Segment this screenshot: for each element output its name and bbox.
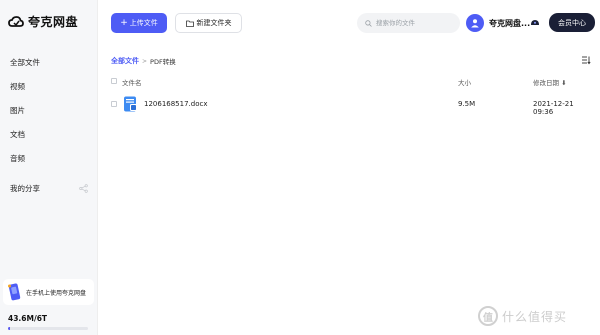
sidebar-item-video[interactable]: 视频 xyxy=(10,81,88,92)
docx-file-icon xyxy=(124,96,137,112)
breadcrumb-root[interactable]: 全部文件 xyxy=(111,56,139,66)
file-modified: 2021-12-21 09:36 xyxy=(533,100,574,116)
username[interactable]: 夸克网盘... xyxy=(489,18,530,29)
sort-icon[interactable] xyxy=(581,55,591,65)
storage-bar xyxy=(8,327,88,330)
phone-icon xyxy=(8,283,21,301)
file-table-header: 文件名 大小 修改日期 ⬇ xyxy=(111,77,596,87)
folder-icon xyxy=(185,20,194,27)
column-modified[interactable]: 修改日期 ⬇ xyxy=(533,77,567,87)
column-size[interactable]: 大小 xyxy=(458,77,471,87)
file-size: 9.5M xyxy=(458,100,476,108)
watermark: 值 什么值得买 xyxy=(478,306,567,326)
new-folder-button-label: 新建文件夹 xyxy=(196,19,232,27)
vip-badge-icon xyxy=(531,20,539,25)
search-box[interactable] xyxy=(357,13,460,33)
share-icon xyxy=(79,184,88,193)
search-icon xyxy=(365,19,372,27)
sidebar-item-label: 音频 xyxy=(10,154,25,163)
sidebar-item-my-shares[interactable]: 我的分享 xyxy=(10,183,88,194)
promo-text: 在手机上使用夸克网盘 xyxy=(26,289,87,297)
sidebar-item-images[interactable]: 图片 xyxy=(10,105,88,116)
select-all-checkbox[interactable] xyxy=(111,78,117,84)
sidebar-item-label: 我的分享 xyxy=(10,184,40,193)
row-checkbox[interactable] xyxy=(111,101,117,107)
breadcrumb-separator: > xyxy=(142,57,148,65)
search-input[interactable] xyxy=(376,19,456,27)
avatar[interactable] xyxy=(466,14,484,32)
app-name: 夸克网盘 xyxy=(28,15,79,29)
watermark-logo-icon: 值 xyxy=(478,306,498,326)
table-row[interactable]: 1206168517.docx 9.5M 2021-12-21 09:36 xyxy=(111,94,596,116)
sidebar-item-label: 文档 xyxy=(10,130,25,139)
sidebar: 夸克网盘 全部文件 视频 图片 文档 音频 我的分享 在手机上使用夸克网盘 43… xyxy=(0,0,98,335)
mobile-app-promo[interactable]: 在手机上使用夸克网盘 xyxy=(3,279,94,305)
sidebar-item-label: 视频 xyxy=(10,82,25,91)
watermark-text: 什么值得买 xyxy=(502,309,568,324)
app-logo[interactable]: 夸克网盘 xyxy=(8,13,78,30)
breadcrumb: 全部文件 > PDF转换 xyxy=(111,56,176,66)
sidebar-item-label: 图片 xyxy=(10,106,25,115)
column-name[interactable]: 文件名 xyxy=(122,77,142,87)
storage-bar-fill xyxy=(8,327,11,330)
sidebar-item-documents[interactable]: 文档 xyxy=(10,129,88,140)
sidebar-item-audio[interactable]: 音频 xyxy=(10,153,88,164)
storage-usage: 43.6M/6T xyxy=(8,314,48,323)
upload-button-label: 上传文件 xyxy=(129,19,158,27)
member-center-button[interactable]: 会员中心 xyxy=(549,13,595,32)
cloud-logo-icon xyxy=(8,15,24,27)
sidebar-item-label: 全部文件 xyxy=(10,58,40,67)
file-name[interactable]: 1206168517.docx xyxy=(144,100,207,108)
new-folder-button[interactable]: 新建文件夹 xyxy=(175,13,242,33)
sidebar-item-all-files[interactable]: 全部文件 xyxy=(10,57,88,68)
upload-button[interactable]: + 上传文件 xyxy=(111,13,167,33)
user-icon xyxy=(471,19,479,28)
breadcrumb-current: PDF转换 xyxy=(150,58,176,66)
plus-icon: + xyxy=(120,17,128,28)
